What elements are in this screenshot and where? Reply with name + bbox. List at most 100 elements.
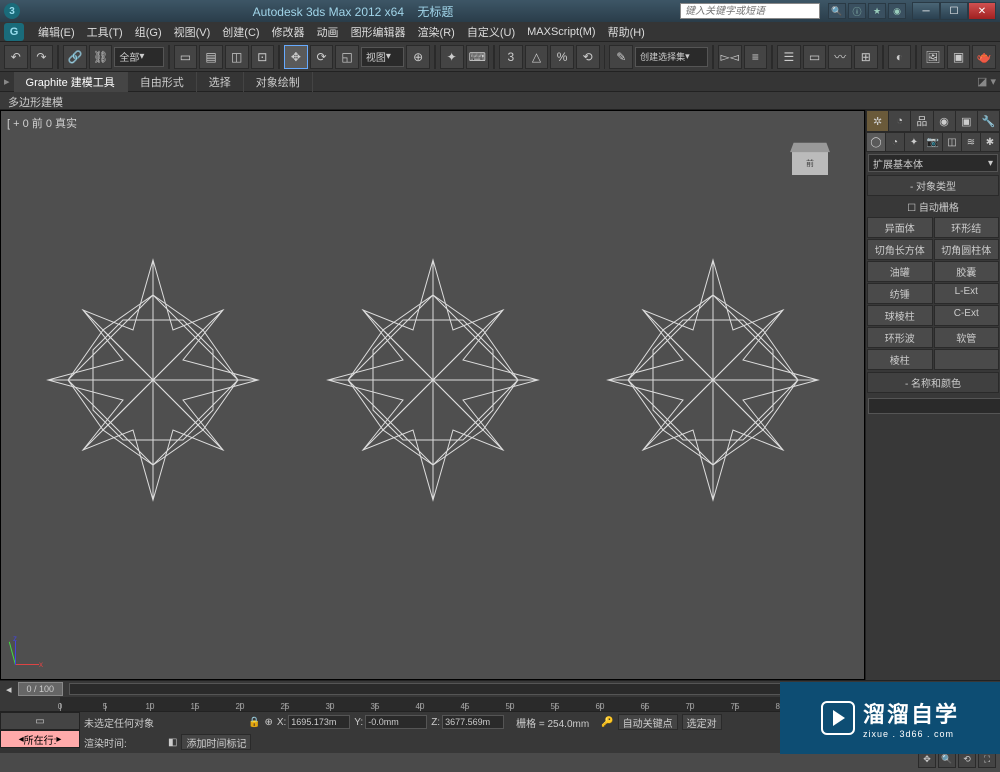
- scale-icon[interactable]: ◱: [335, 45, 359, 69]
- menu-edit[interactable]: 编辑(E): [32, 22, 81, 42]
- btn-hose[interactable]: 软管: [934, 327, 1000, 348]
- hedra-object-3[interactable]: [603, 255, 823, 505]
- btn-oiltank[interactable]: 油罐: [867, 261, 933, 282]
- minimize-button[interactable]: ─: [912, 2, 940, 20]
- modify-tab-icon[interactable]: ◔: [889, 111, 910, 131]
- star-icon[interactable]: ★: [868, 3, 886, 19]
- btn-torusknot[interactable]: 环形结: [934, 217, 1000, 238]
- menu-create[interactable]: 创建(C): [216, 22, 265, 42]
- viewcube-front-icon[interactable]: 前: [792, 151, 828, 175]
- app-logo-icon[interactable]: 3: [4, 3, 20, 19]
- globe-icon[interactable]: ◉: [888, 3, 906, 19]
- lights-icon[interactable]: ✦: [905, 133, 923, 151]
- tab-freeform[interactable]: 自由形式: [128, 72, 197, 92]
- unlink-icon[interactable]: ⛓: [89, 45, 113, 69]
- btn-chamferbox[interactable]: 切角长方体: [867, 239, 933, 260]
- shapes-icon[interactable]: ◔: [886, 133, 904, 151]
- hierarchy-tab-icon[interactable]: 品: [911, 111, 932, 131]
- mirror-icon[interactable]: ▻◅: [718, 45, 742, 69]
- lock-icon[interactable]: 🔒: [248, 717, 260, 728]
- menu-customize[interactable]: 自定义(U): [461, 22, 521, 42]
- ribbon-icon[interactable]: ▭: [803, 45, 827, 69]
- render-icon[interactable]: 🫖: [972, 45, 996, 69]
- motion-tab-icon[interactable]: ◉: [934, 111, 955, 131]
- manipulate-icon[interactable]: ✦: [440, 45, 464, 69]
- geometry-icon[interactable]: ◯: [867, 133, 885, 151]
- helpers-icon[interactable]: ◫: [943, 133, 961, 151]
- curve-editor-icon[interactable]: 〰: [828, 45, 852, 69]
- time-tag-icon[interactable]: ◧: [168, 737, 177, 748]
- auto-key-button[interactable]: 自动关键点: [618, 714, 678, 730]
- close-button[interactable]: ✕: [968, 2, 996, 20]
- btn-lext[interactable]: L-Ext: [934, 283, 1000, 304]
- link-icon[interactable]: 🔗: [63, 45, 87, 69]
- menu-help[interactable]: 帮助(H): [602, 22, 651, 42]
- systems-icon[interactable]: ✱: [981, 133, 999, 151]
- percent-snap-icon[interactable]: %: [550, 45, 574, 69]
- btn-spindle[interactable]: 纺锤: [867, 283, 933, 304]
- btn-hedra[interactable]: 异面体: [867, 217, 933, 238]
- align-icon[interactable]: ≡: [744, 45, 768, 69]
- x-coord-input[interactable]: [288, 715, 350, 729]
- btn-prism[interactable]: 棱柱: [867, 349, 933, 370]
- cameras-icon[interactable]: 📷: [924, 133, 942, 151]
- ribbon-menu-icon[interactable]: ◪ ▾: [973, 75, 1000, 88]
- y-coord-input[interactable]: [365, 715, 427, 729]
- material-editor-icon[interactable]: ◐: [888, 45, 912, 69]
- snap-toggle-icon[interactable]: 3: [499, 45, 523, 69]
- viewcube[interactable]: 前: [786, 141, 834, 189]
- utilities-tab-icon[interactable]: 🔧: [978, 111, 999, 131]
- redo-icon[interactable]: ↷: [30, 45, 54, 69]
- ref-coord-dropdown[interactable]: 视图 ▾: [361, 47, 404, 67]
- app-menu-icon[interactable]: G: [4, 23, 24, 41]
- display-tab-icon[interactable]: ▣: [956, 111, 977, 131]
- move-icon[interactable]: ✥: [284, 45, 308, 69]
- tab-selection[interactable]: 选择: [197, 72, 244, 92]
- selection-filter-dropdown[interactable]: 全部 ▾: [114, 47, 163, 67]
- edit-named-sel-icon[interactable]: ✎: [609, 45, 633, 69]
- rotate-icon[interactable]: ⟳: [310, 45, 334, 69]
- add-time-tag-button[interactable]: 添加时间标记: [181, 734, 251, 750]
- btn-chamfercyl[interactable]: 切角圆柱体: [934, 239, 1000, 260]
- btn-ringwave[interactable]: 环形波: [867, 327, 933, 348]
- prev-frame-icon[interactable]: ◂: [6, 683, 12, 696]
- hedra-object-2[interactable]: [323, 255, 543, 505]
- object-type-rollout[interactable]: - 对象类型: [867, 175, 999, 196]
- menu-view[interactable]: 视图(V): [168, 22, 217, 42]
- ribbon-collapse-icon[interactable]: ▸: [0, 75, 14, 88]
- coord-mode-icon[interactable]: ⊕: [264, 717, 272, 728]
- z-coord-input[interactable]: [442, 715, 504, 729]
- key-icon[interactable]: 🔑: [601, 717, 613, 728]
- search-icon[interactable]: 🔍: [828, 3, 846, 19]
- object-name-input[interactable]: [868, 398, 1000, 414]
- menu-maxscript[interactable]: MAXScript(M): [521, 24, 601, 40]
- viewcube-top-icon[interactable]: [790, 143, 830, 152]
- maximize-button[interactable]: ☐: [940, 2, 968, 20]
- schematic-icon[interactable]: ⊞: [854, 45, 878, 69]
- select-region-icon[interactable]: ◫: [225, 45, 249, 69]
- autogrid-checkbox[interactable]: ☐ 自动栅格: [866, 197, 1000, 216]
- ribbon-subpanel[interactable]: 多边形建模: [0, 92, 1000, 110]
- btn-gengon[interactable]: 球棱柱: [867, 305, 933, 326]
- maxscript-mini-icon[interactable]: ▭: [0, 712, 80, 730]
- menu-render[interactable]: 渲染(R): [412, 22, 461, 42]
- spinner-snap-icon[interactable]: ⟲: [576, 45, 600, 69]
- category-dropdown[interactable]: 扩展基本体▾: [868, 154, 998, 172]
- menu-group[interactable]: 组(G): [129, 22, 168, 42]
- menu-modifiers[interactable]: 修改器: [266, 22, 311, 42]
- spacewarps-icon[interactable]: ≋: [962, 133, 980, 151]
- named-selection-dropdown[interactable]: 创建选择集 ▾: [635, 47, 708, 67]
- render-setup-icon[interactable]: 🖼: [921, 45, 945, 69]
- keyboard-icon[interactable]: ⌨: [466, 45, 490, 69]
- search-input[interactable]: [680, 3, 820, 19]
- tab-objectpaint[interactable]: 对象绘制: [244, 72, 313, 92]
- viewport-label[interactable]: [ + 0 前 0 真实: [7, 115, 77, 131]
- selected-only-button[interactable]: 选定对: [682, 714, 722, 730]
- name-color-rollout[interactable]: - 名称和颜色: [867, 372, 999, 393]
- btn-capsule[interactable]: 胶囊: [934, 261, 1000, 282]
- viewport[interactable]: [ + 0 前 0 真实 前: [0, 110, 865, 680]
- layers-icon[interactable]: ☰: [777, 45, 801, 69]
- angle-snap-icon[interactable]: △: [525, 45, 549, 69]
- btn-cext[interactable]: C-Ext: [934, 305, 1000, 326]
- undo-icon[interactable]: ↶: [4, 45, 28, 69]
